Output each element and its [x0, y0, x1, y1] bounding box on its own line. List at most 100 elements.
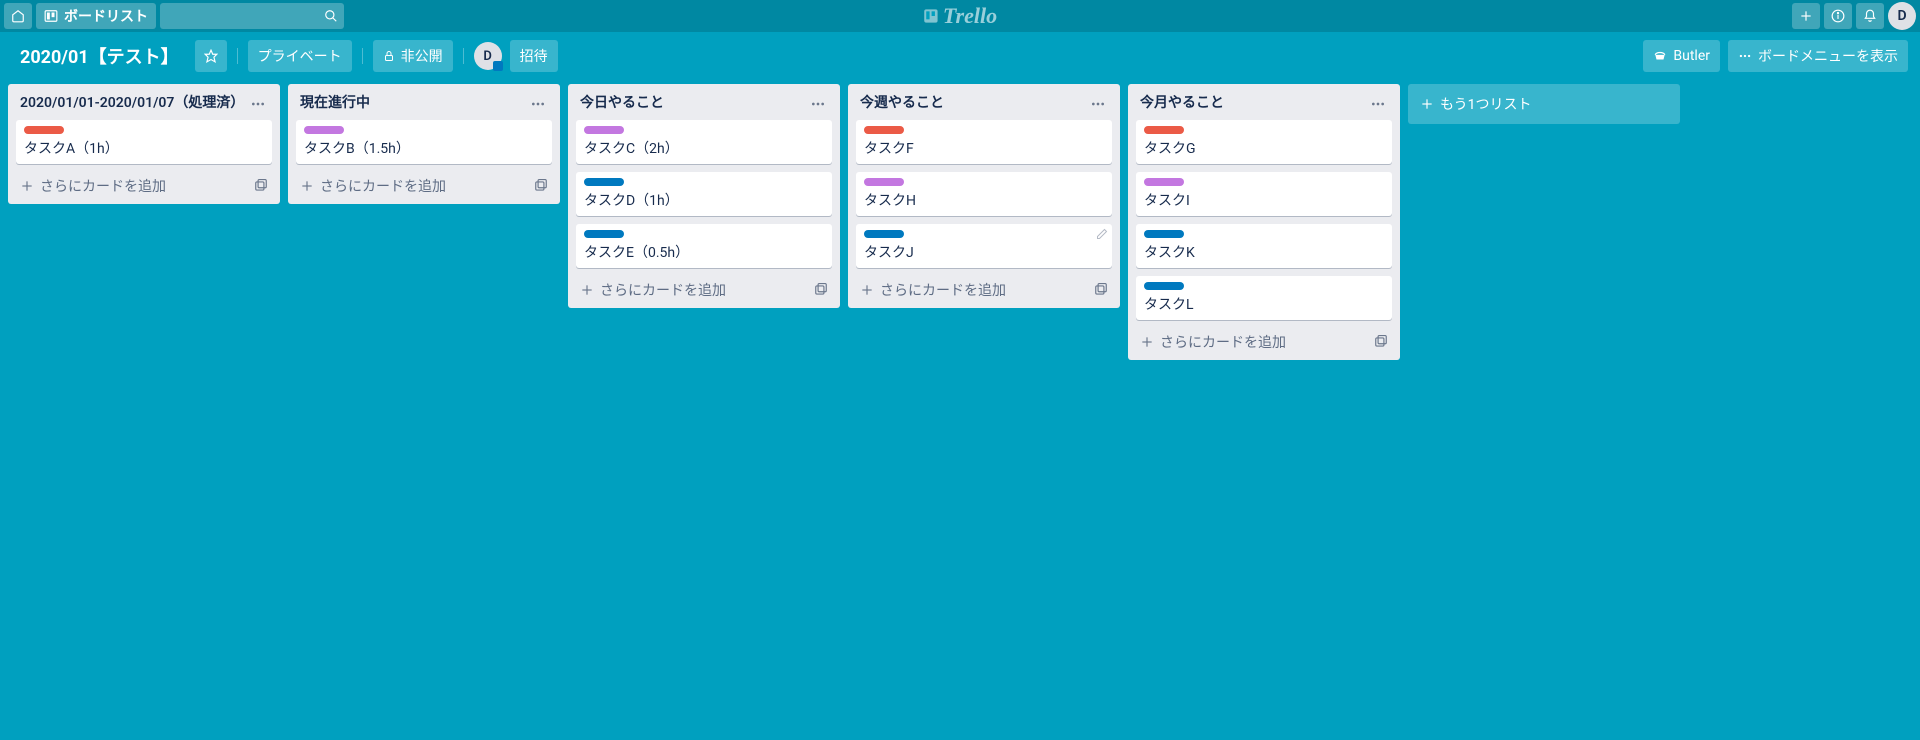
- visibility-button[interactable]: 非公開: [373, 40, 453, 72]
- card-label[interactable]: [584, 230, 624, 238]
- list-title[interactable]: 2020/01/01-2020/01/07（処理済）: [20, 94, 244, 112]
- card-template-button[interactable]: [814, 283, 828, 297]
- card-title: タスクL: [1144, 294, 1384, 314]
- list-title[interactable]: 今週やること: [860, 94, 944, 112]
- add-card-label: さらにカードを追加: [320, 176, 446, 196]
- card-label[interactable]: [304, 126, 344, 134]
- plus-icon: [1140, 335, 1154, 349]
- card-label[interactable]: [1144, 282, 1184, 290]
- board-title[interactable]: 2020/01【テスト】: [12, 43, 187, 69]
- notifications-button[interactable]: [1856, 3, 1884, 29]
- add-card-button[interactable]: さらにカードを追加: [1140, 332, 1286, 352]
- card-title: タスクK: [1144, 242, 1384, 262]
- card-label[interactable]: [1144, 230, 1184, 238]
- card[interactable]: タスクK: [1136, 224, 1392, 268]
- list-menu-button[interactable]: [528, 94, 548, 114]
- board-icon: [44, 9, 58, 23]
- card-template-button[interactable]: [534, 179, 548, 193]
- list: 2020/01/01-2020/01/07（処理済） タスクA（1h） さらにカード…: [8, 84, 280, 204]
- card-title: タスクD（1h）: [584, 190, 824, 210]
- card-labels: [584, 230, 824, 238]
- card-label[interactable]: [864, 126, 904, 134]
- butler-button[interactable]: Butler: [1643, 40, 1720, 72]
- card-labels: [864, 126, 1104, 134]
- card[interactable]: タスクD（1h）: [576, 172, 832, 216]
- add-card-label: さらにカードを追加: [880, 280, 1006, 300]
- card[interactable]: タスクC（2h）: [576, 120, 832, 164]
- topbar: ボードリスト Trello D: [0, 0, 1920, 32]
- card[interactable]: タスクH: [856, 172, 1112, 216]
- add-list-button[interactable]: もう1つリスト: [1408, 84, 1680, 124]
- divider: [237, 48, 238, 64]
- card-label[interactable]: [864, 178, 904, 186]
- card-label[interactable]: [864, 230, 904, 238]
- card[interactable]: タスクA（1h）: [16, 120, 272, 164]
- star-button[interactable]: [195, 40, 227, 72]
- list-title[interactable]: 今月やること: [1140, 94, 1224, 112]
- board-member-avatar[interactable]: D: [474, 42, 502, 70]
- show-menu-button[interactable]: ボードメニューを表示: [1728, 40, 1908, 72]
- home-button[interactable]: [4, 3, 32, 29]
- card-labels: [1144, 126, 1384, 134]
- plus-icon: [860, 283, 874, 297]
- card[interactable]: タスクJ: [856, 224, 1112, 268]
- list-footer: さらにカードを追加: [576, 276, 832, 300]
- card-labels: [584, 178, 824, 186]
- ellipsis-icon: [1370, 96, 1386, 112]
- list-menu-button[interactable]: [1088, 94, 1108, 114]
- list-footer: さらにカードを追加: [856, 276, 1112, 300]
- card-title: タスクG: [1144, 138, 1384, 158]
- plus-icon: [300, 179, 314, 193]
- list-title[interactable]: 現在進行中: [300, 94, 370, 112]
- card[interactable]: タスクE（0.5h）: [576, 224, 832, 268]
- list-menu-button[interactable]: [808, 94, 828, 114]
- add-card-button[interactable]: さらにカードを追加: [300, 176, 446, 196]
- logo-text: Trello: [943, 3, 997, 29]
- card[interactable]: タスクG: [1136, 120, 1392, 164]
- card-template-button[interactable]: [1094, 283, 1108, 297]
- card-label[interactable]: [1144, 178, 1184, 186]
- card-label[interactable]: [584, 126, 624, 134]
- card-label[interactable]: [1144, 126, 1184, 134]
- card[interactable]: タスクI: [1136, 172, 1392, 216]
- ellipsis-icon: [250, 96, 266, 112]
- card-title: タスクB（1.5h）: [304, 138, 544, 158]
- info-button[interactable]: [1824, 3, 1852, 29]
- list: 今日やることタスクC（2h） タスクD（1h） タスクE（0.5h） さらにカードを追…: [568, 84, 840, 308]
- butler-label: Butler: [1673, 48, 1710, 64]
- list: 今週やることタスクF タスクH タスクJ さらにカードを追加: [848, 84, 1120, 308]
- list-menu-button[interactable]: [1368, 94, 1388, 114]
- add-card-button[interactable]: さらにカードを追加: [860, 280, 1006, 300]
- search-input[interactable]: [160, 3, 344, 29]
- list-title[interactable]: 今日やること: [580, 94, 664, 112]
- card-labels: [864, 230, 1104, 238]
- avatar-initial: D: [1897, 8, 1906, 24]
- invite-button[interactable]: 招待: [510, 40, 558, 72]
- card-label[interactable]: [24, 126, 64, 134]
- card-template-button[interactable]: [254, 179, 268, 193]
- add-card-button[interactable]: さらにカードを追加: [580, 280, 726, 300]
- create-button[interactable]: [1792, 3, 1820, 29]
- boards-button[interactable]: ボードリスト: [36, 3, 156, 29]
- add-card-button[interactable]: さらにカードを追加: [20, 176, 166, 196]
- card[interactable]: タスクF: [856, 120, 1112, 164]
- menu-label: ボードメニューを表示: [1758, 46, 1898, 66]
- card-template-button[interactable]: [1374, 335, 1388, 349]
- card-label[interactable]: [584, 178, 624, 186]
- card[interactable]: タスクB（1.5h）: [296, 120, 552, 164]
- card-labels: [584, 126, 824, 134]
- private-button[interactable]: プライベート: [248, 40, 352, 72]
- logo[interactable]: Trello: [923, 3, 997, 29]
- list-menu-button[interactable]: [248, 94, 268, 114]
- card[interactable]: タスクL: [1136, 276, 1392, 320]
- avatar[interactable]: D: [1888, 2, 1916, 30]
- board-canvas[interactable]: 2020/01/01-2020/01/07（処理済） タスクA（1h） さらにカード…: [0, 80, 1920, 740]
- card-edit-button[interactable]: [1096, 228, 1108, 240]
- list-header: 今日やること: [576, 92, 832, 120]
- card-title: タスクA（1h）: [24, 138, 264, 158]
- add-card-label: さらにカードを追加: [1160, 332, 1286, 352]
- template-icon: [534, 179, 548, 193]
- list-header: 2020/01/01-2020/01/07（処理済）: [16, 92, 272, 120]
- ellipsis-icon: [1738, 49, 1752, 63]
- invite-label: 招待: [520, 46, 548, 66]
